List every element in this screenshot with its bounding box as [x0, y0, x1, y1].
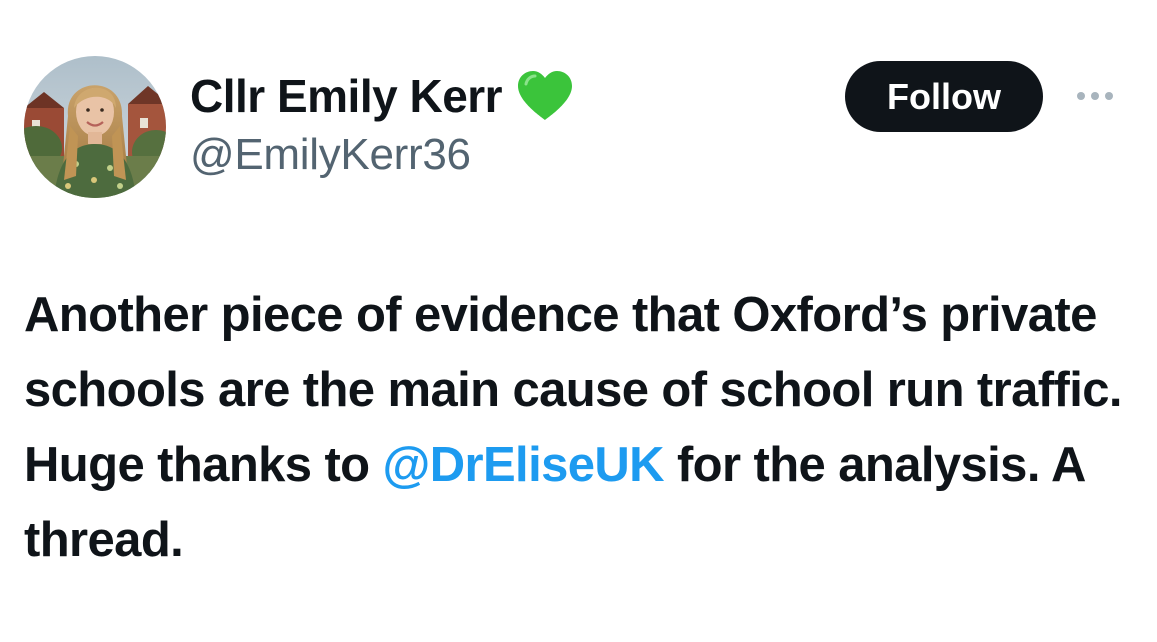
more-dots-icon[interactable]	[1072, 84, 1118, 108]
avatar[interactable]	[24, 56, 166, 198]
mention-link[interactable]: @DrEliseUK	[383, 438, 665, 492]
follow-button[interactable]: Follow	[845, 61, 1043, 132]
avatar-photo	[24, 56, 166, 198]
author-name-row: Cllr Emily Kerr	[190, 66, 574, 126]
tweet-text: Another piece of evidence that Oxford’s …	[24, 278, 1134, 578]
tweet-card: Cllr Emily Kerr @EmilyKerr36 Follow Anot…	[0, 0, 1157, 642]
author-name[interactable]: Cllr Emily Kerr	[190, 69, 503, 123]
author-handle[interactable]: @EmilyKerr36	[190, 130, 471, 180]
green-heart-icon	[516, 70, 574, 122]
